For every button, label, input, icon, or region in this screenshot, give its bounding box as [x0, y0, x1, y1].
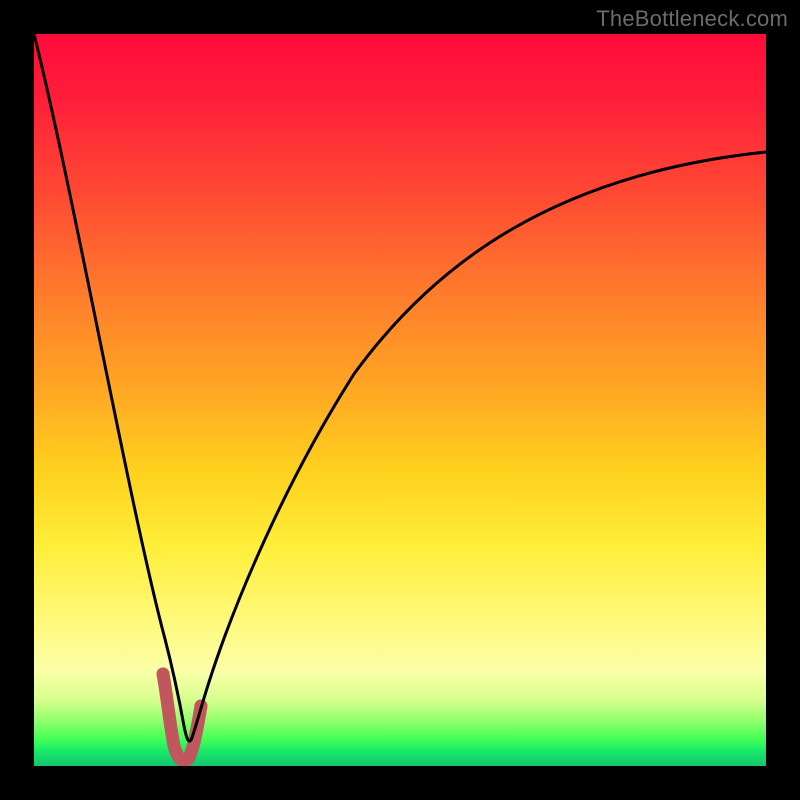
watermark-text: TheBottleneck.com	[596, 6, 788, 32]
accent-dot-left	[157, 668, 170, 681]
curve-layer	[34, 34, 766, 766]
chart-frame: TheBottleneck.com	[0, 0, 800, 800]
main-curve-path	[34, 34, 766, 741]
plot-area	[34, 34, 766, 766]
